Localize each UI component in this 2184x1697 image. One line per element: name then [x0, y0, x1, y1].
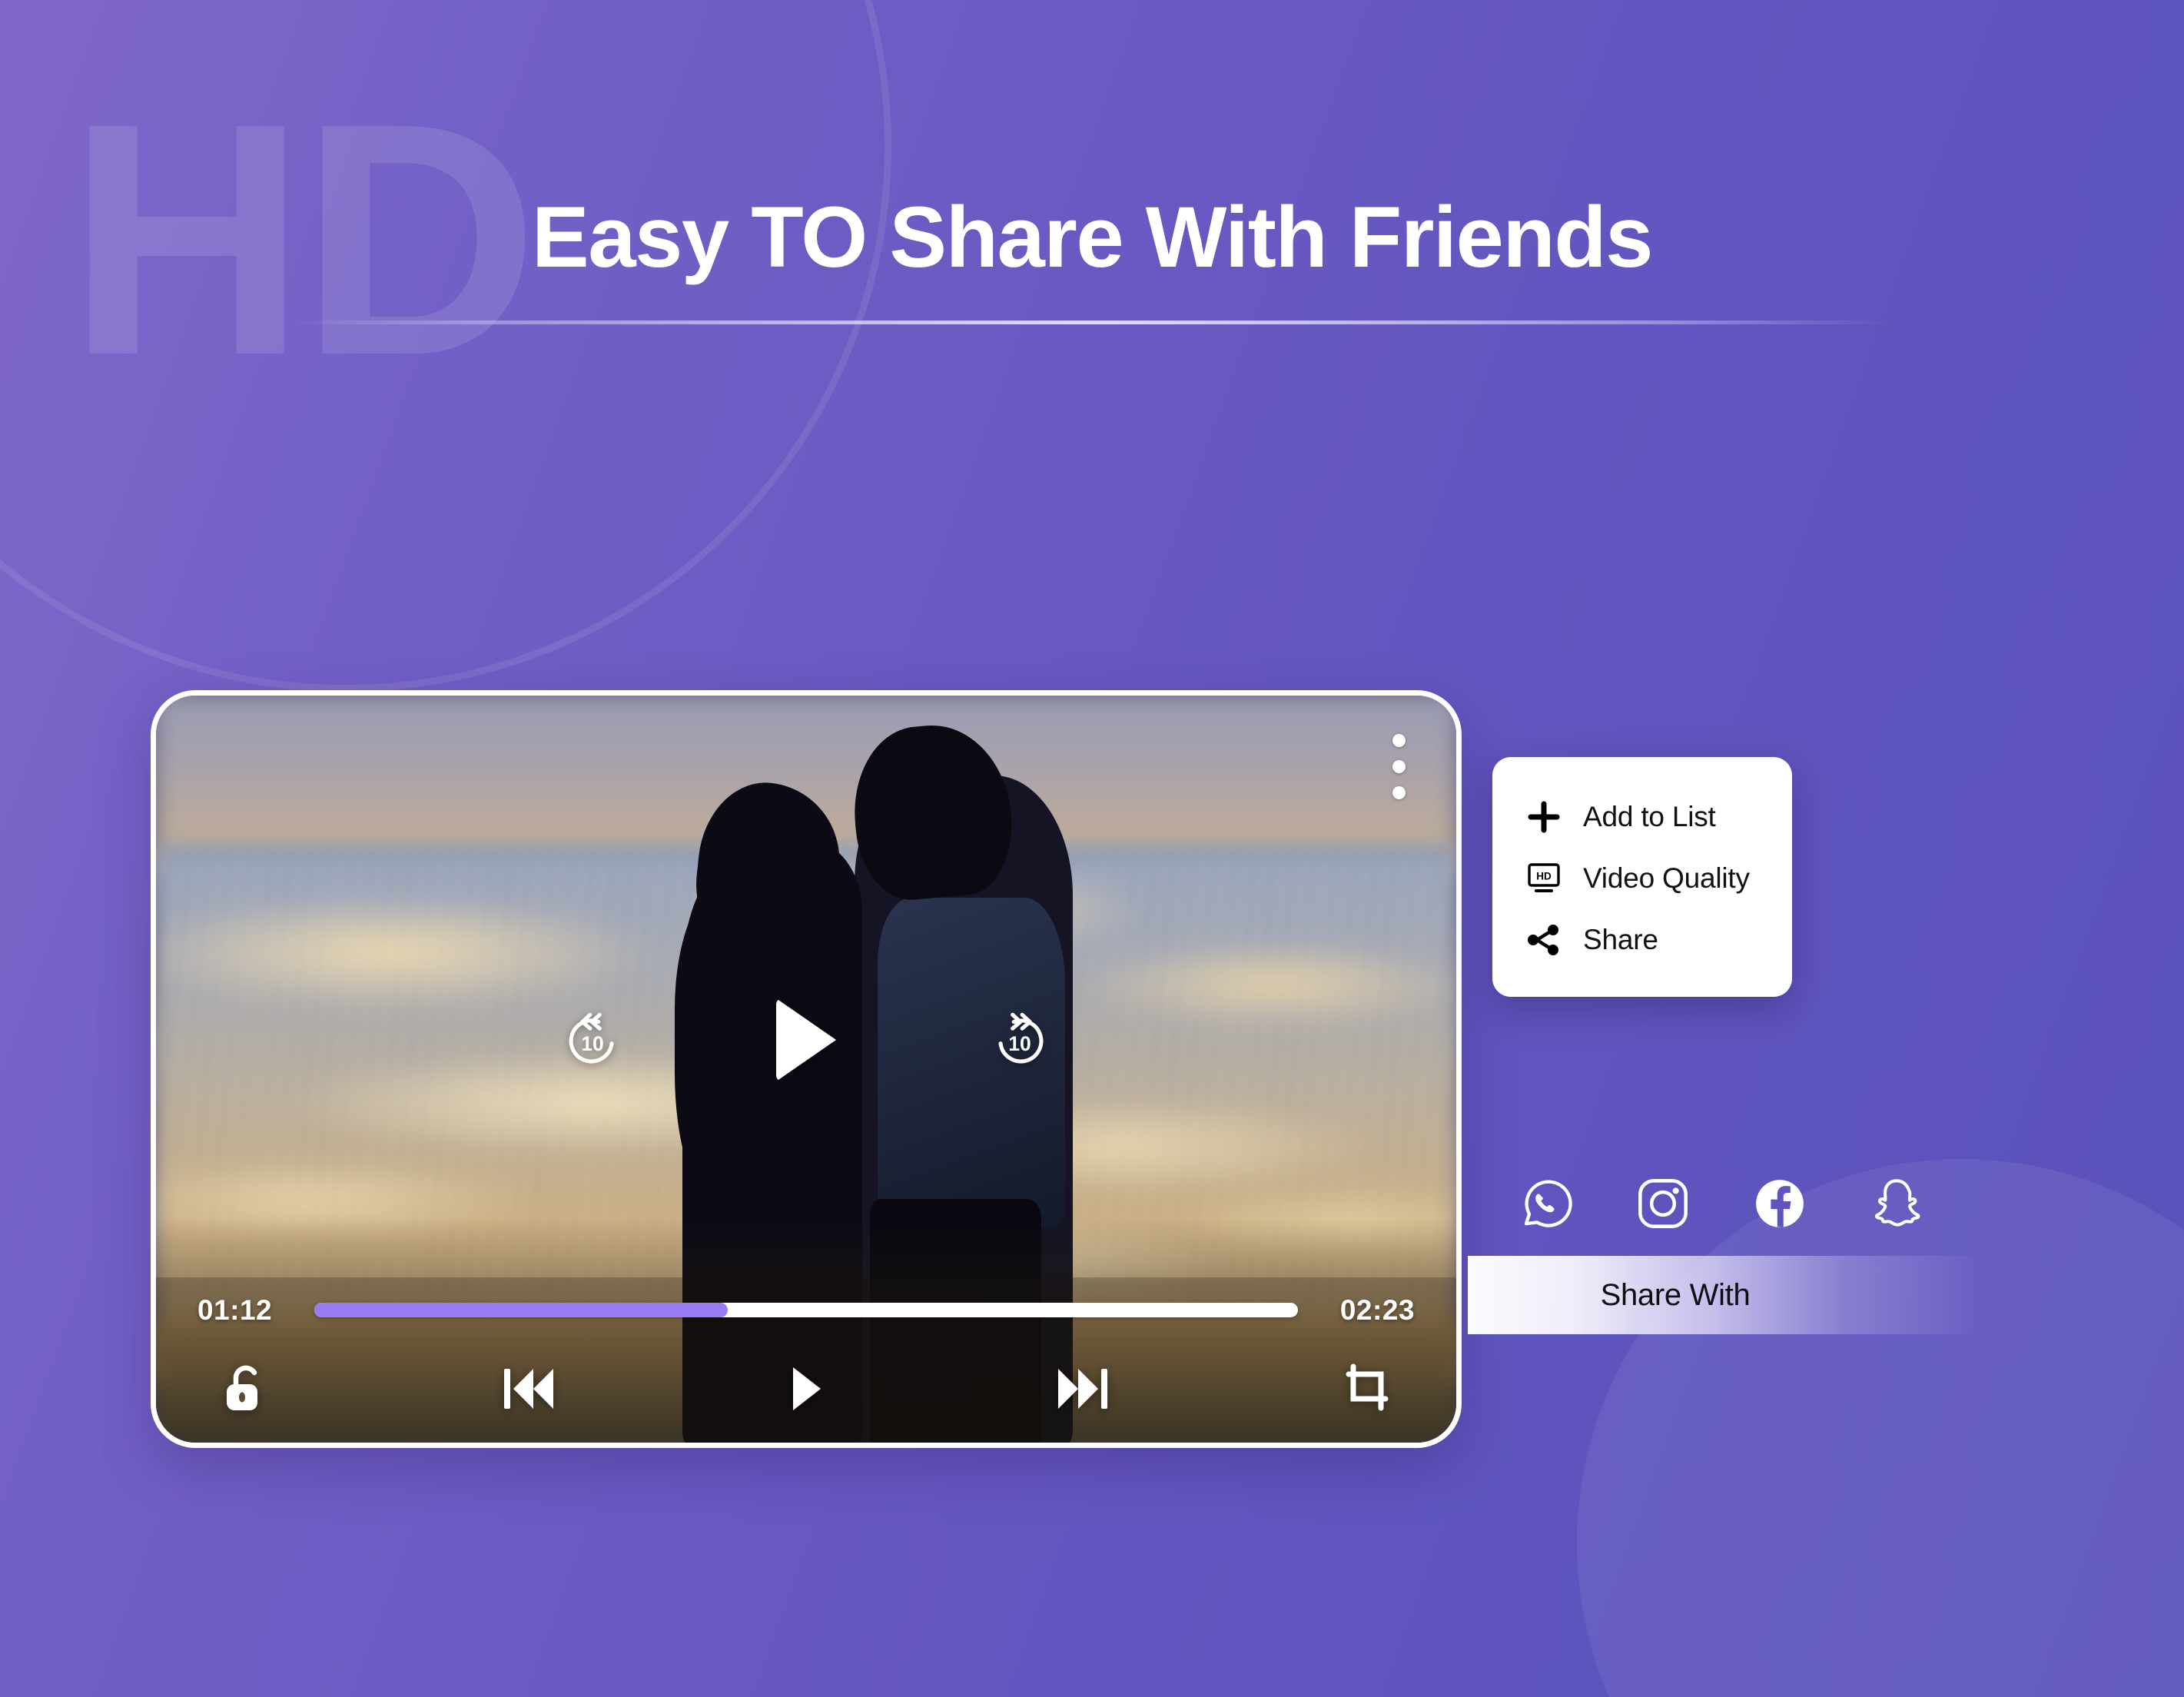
menu-item-video-quality[interactable]: HD Video Quality [1492, 848, 1792, 909]
share-nodes-icon [1526, 922, 1562, 958]
silhouette-woman-head [690, 775, 847, 948]
menu-item-label: Add to List [1583, 801, 1716, 832]
hd-monitor-icon: HD [1526, 861, 1562, 896]
page-title: Easy TO Share With Friends [532, 189, 1653, 285]
progress-row: 01:12 02:23 [197, 1294, 1415, 1327]
menu-item-label: Share [1583, 924, 1658, 955]
kebab-dot [1392, 760, 1406, 773]
title-divider [293, 320, 1891, 324]
share-panel: Share With [1468, 1174, 1975, 1334]
total-time-label: 02:23 [1339, 1294, 1415, 1326]
plus-icon [1526, 799, 1562, 835]
forward-10-icon[interactable]: 10 [990, 1010, 1050, 1070]
menu-item-share[interactable]: Share [1492, 909, 1792, 971]
skip-previous-icon[interactable] [500, 1364, 558, 1413]
svg-text:10: 10 [581, 1032, 603, 1055]
skip-next-icon[interactable] [1054, 1364, 1112, 1413]
header: Easy TO Share With Friends [0, 189, 2184, 324]
progress-slider[interactable] [314, 1303, 1298, 1317]
kebab-dot [1392, 786, 1406, 799]
player-bottom-bar: 01:12 02:23 [156, 1277, 1456, 1443]
video-player-card[interactable]: 10 10 01:12 02:23 [151, 690, 1462, 1448]
menu-item-label: Video Quality [1583, 862, 1750, 894]
share-with-button[interactable]: Share With [1468, 1256, 1975, 1334]
menu-item-add-to-list[interactable]: Add to List [1492, 786, 1792, 848]
social-icons-row [1468, 1174, 1975, 1256]
more-vertical-icon[interactable] [1386, 728, 1412, 805]
snapchat-icon[interactable] [1867, 1174, 1926, 1233]
facebook-icon[interactable] [1751, 1174, 1809, 1233]
crop-icon[interactable] [1343, 1363, 1392, 1414]
unlock-icon[interactable] [221, 1362, 268, 1416]
play-icon[interactable] [788, 1365, 822, 1413]
svg-text:10: 10 [1008, 1032, 1031, 1055]
current-time-label: 01:12 [197, 1294, 273, 1326]
svg-text:HD: HD [1536, 871, 1552, 882]
player-buttons-row [197, 1362, 1415, 1416]
share-with-label: Share With [1600, 1277, 1751, 1312]
kebab-dot [1392, 734, 1406, 747]
silhouette-man-head [847, 719, 1018, 905]
progress-fill [314, 1303, 728, 1317]
rewind-10-icon[interactable]: 10 [563, 1010, 622, 1070]
instagram-icon[interactable] [1634, 1174, 1692, 1233]
whatsapp-icon[interactable] [1517, 1174, 1575, 1233]
options-dropdown-menu: Add to List HD Video Quality Share [1492, 757, 1792, 997]
big-play-icon[interactable] [776, 998, 836, 1081]
